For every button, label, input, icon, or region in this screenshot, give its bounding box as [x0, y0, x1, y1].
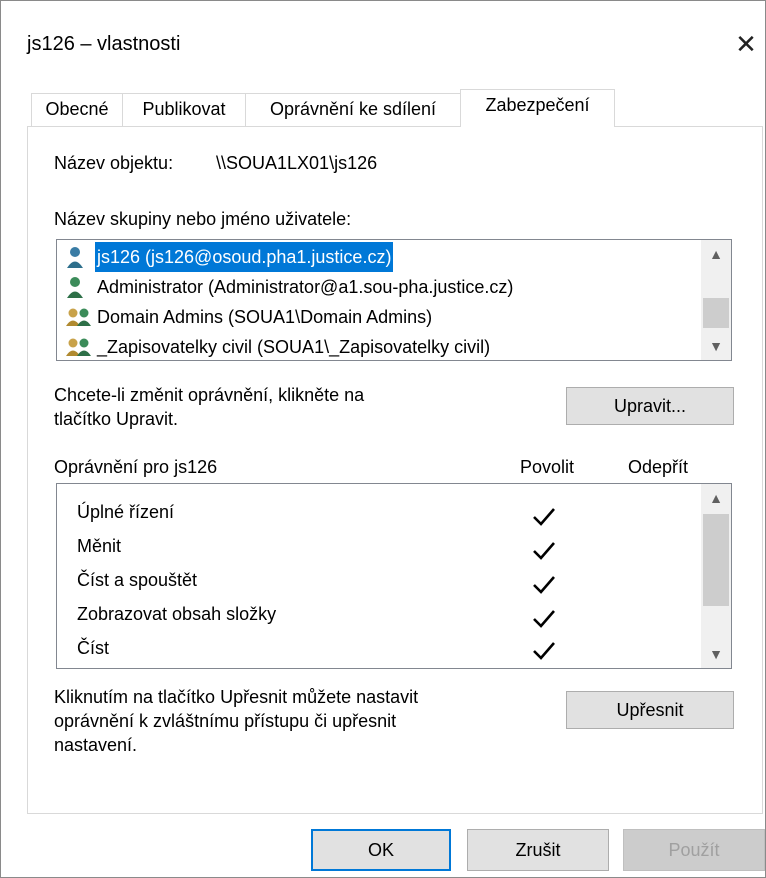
- user-icon: [67, 277, 83, 298]
- permission-name: Měnit: [77, 536, 122, 556]
- permissions-list: Úplné řízení Měnit Číst a spouštět Zobra…: [56, 483, 732, 669]
- advanced-hint-line3: nastavení.: [54, 735, 138, 755]
- permission-name: Zobrazovat obsah složky: [77, 604, 277, 624]
- scroll-down-icon[interactable]: ▼: [701, 640, 731, 668]
- cancel-button[interactable]: Zrušit: [467, 829, 609, 871]
- ok-button[interactable]: OK: [311, 829, 451, 871]
- user-icon: [67, 247, 83, 268]
- edit-button[interactable]: Upravit...: [566, 387, 734, 425]
- scroll-thumb[interactable]: [703, 514, 729, 606]
- group-list-label: Název skupiny nebo jméno uživatele:: [54, 209, 352, 229]
- allow-check-icon: [533, 610, 555, 628]
- permission-name: Číst a spouštět: [77, 570, 198, 590]
- list-item[interactable]: Domain Admins (SOUA1\Domain Admins): [59, 302, 699, 332]
- title-bar: js126 – vlastnosti ✕: [1, 1, 765, 89]
- tab-general[interactable]: Obecné: [31, 93, 123, 126]
- permissions-header: Oprávnění pro js126: [54, 457, 218, 477]
- list-item[interactable]: js126 (js126@osoud.pha1.justice.cz): [59, 242, 699, 272]
- scroll-up-icon[interactable]: ▲: [701, 240, 731, 268]
- allow-check-icon: [533, 642, 555, 660]
- list-item[interactable]: Administrator (Administrator@a1.sou-pha.…: [59, 272, 699, 302]
- tab-publish[interactable]: Publikovat: [122, 93, 246, 126]
- properties-dialog: js126 – vlastnosti ✕ Obecné Publikovat O…: [0, 0, 766, 878]
- allow-check-icon: [533, 508, 555, 526]
- scroll-thumb[interactable]: [703, 298, 729, 328]
- apply-button[interactable]: Použít: [623, 829, 765, 871]
- tab-security[interactable]: Zabezpečení: [460, 89, 615, 127]
- allow-check-icon: [533, 542, 555, 560]
- scroll-down-icon[interactable]: ▼: [701, 332, 731, 360]
- allow-header: Povolit: [520, 457, 575, 477]
- list-item[interactable]: _Zapisovatelky civil (SOUA1\_Zapisovatel…: [59, 332, 699, 360]
- scroll-up-icon[interactable]: ▲: [701, 484, 731, 512]
- close-icon[interactable]: ✕: [731, 29, 761, 59]
- permission-name: Úplné řízení: [77, 502, 175, 522]
- user-group-list[interactable]: js126 (js126@osoud.pha1.justice.cz) Admi…: [56, 239, 732, 361]
- allow-check-icon: [533, 576, 555, 594]
- tab-share-permissions[interactable]: Oprávnění ke sdílení: [245, 93, 461, 126]
- group-icon: [66, 338, 91, 356]
- group-icon: [66, 308, 91, 326]
- permission-name: Číst: [77, 638, 110, 658]
- user-list-scrollbar[interactable]: ▲ ▼: [701, 240, 731, 360]
- edit-hint-line2: tlačítko Upravit.: [54, 409, 179, 429]
- advanced-hint-line1: Kliknutím na tlačítko Upřesnit můžete na…: [54, 687, 419, 707]
- advanced-hint-line2: oprávnění k zvláštnímu přístupu či upřes…: [54, 711, 397, 731]
- security-panel: Název objektu: \\SOUA1LX01\js126 Název s…: [27, 126, 763, 814]
- advanced-button[interactable]: Upřesnit: [566, 691, 734, 729]
- deny-header: Odepřít: [628, 457, 689, 477]
- edit-hint-line1: Chcete-li změnit oprávnění, klikněte na: [54, 385, 365, 405]
- object-name-label: Název objektu:: [54, 153, 174, 173]
- object-name-value: \\SOUA1LX01\js126: [216, 153, 378, 173]
- permissions-scrollbar[interactable]: ▲ ▼: [701, 484, 731, 668]
- window-title: js126 – vlastnosti: [27, 33, 181, 55]
- tab-strip: Obecné Publikovat Oprávnění ke sdílení Z…: [31, 89, 731, 127]
